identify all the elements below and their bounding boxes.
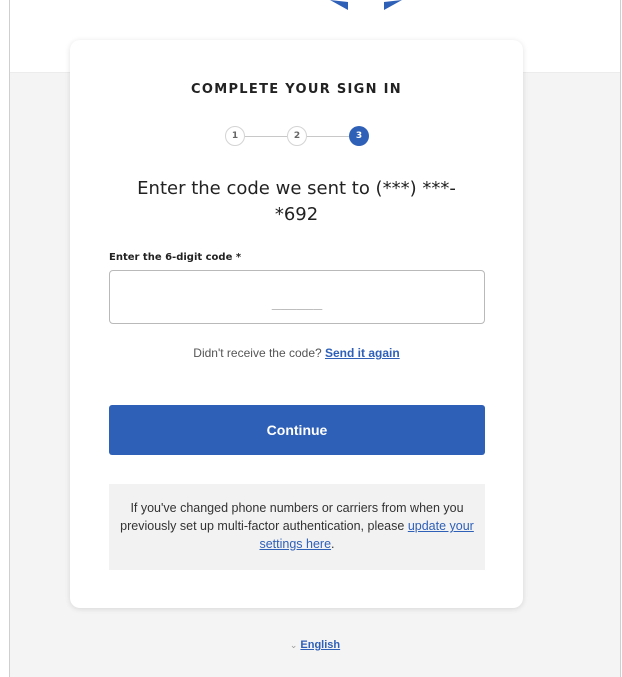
verification-code-input[interactable]: [109, 270, 485, 324]
continue-button[interactable]: Continue: [109, 405, 485, 455]
step-1: 1: [225, 126, 245, 146]
chevron-down-icon: ⌄: [289, 640, 298, 650]
language-selector[interactable]: ⌄ English: [10, 639, 620, 651]
phone-change-info-box: If you've changed phone numbers or carri…: [109, 484, 485, 570]
language-link[interactable]: English: [300, 639, 340, 651]
step-2: 2: [287, 126, 307, 146]
progress-stepper: 1 2 3: [225, 126, 370, 148]
page-frame: COMPLETE YOUR SIGN IN 1 2 3 Enter the co…: [9, 0, 621, 677]
info-text-end: .: [331, 537, 335, 551]
step-connector: [245, 136, 287, 137]
code-field-label: Enter the 6-digit code *: [109, 252, 242, 263]
step-3-active: 3: [349, 126, 369, 146]
step-connector: [307, 136, 349, 137]
send-again-link[interactable]: Send it again: [325, 346, 400, 360]
resend-prompt: Didn't receive the code?: [193, 346, 325, 360]
page-title: COMPLETE YOUR SIGN IN: [191, 82, 402, 97]
heading-line-1: Enter the code we sent to (***) ***-: [137, 178, 456, 199]
brand-logo-icon: [330, 0, 402, 10]
resend-row: Didn't receive the code? Send it again: [70, 346, 523, 360]
heading-line-2: *692: [274, 204, 319, 225]
instruction-heading: Enter the code we sent to (***) ***- *69…: [100, 176, 493, 228]
sign-in-card: COMPLETE YOUR SIGN IN 1 2 3 Enter the co…: [70, 40, 523, 608]
